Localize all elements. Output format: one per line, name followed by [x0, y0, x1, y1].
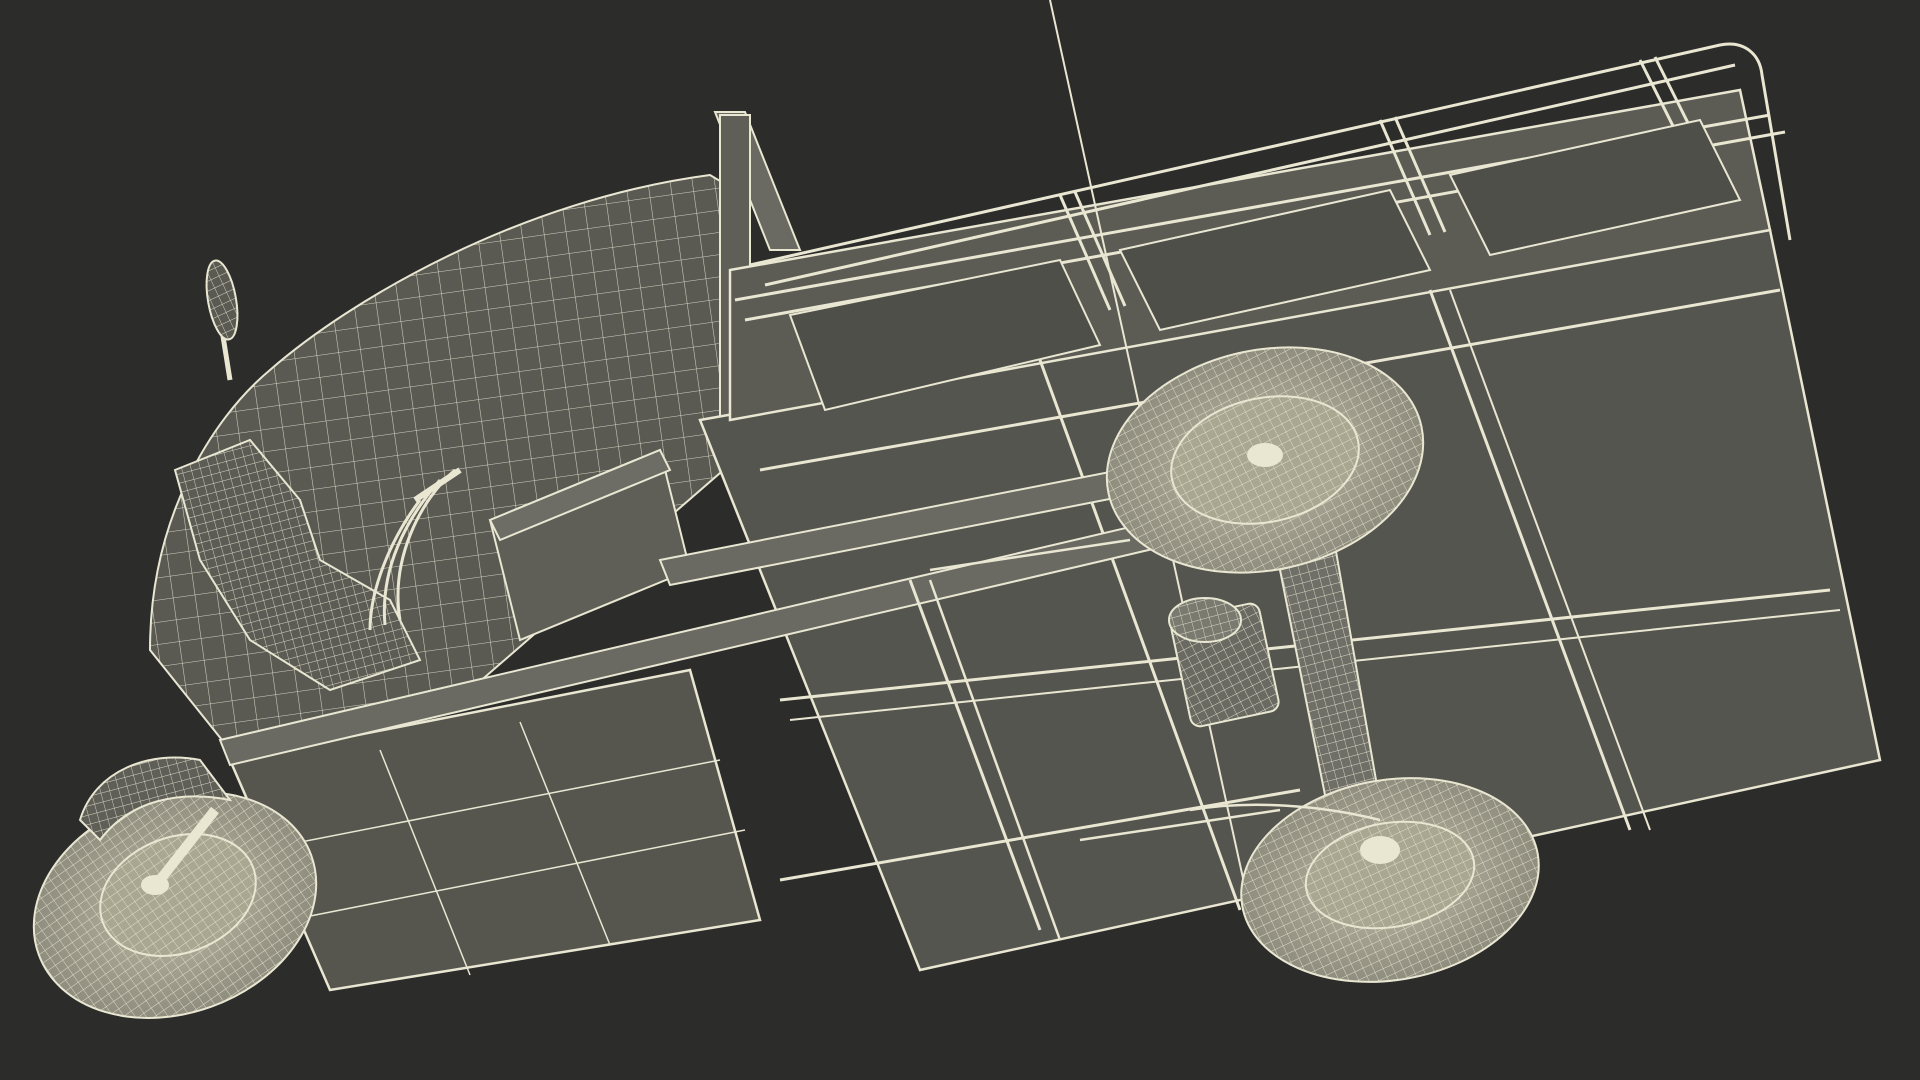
render-viewport: [0, 0, 1920, 1080]
side-mirror: [205, 259, 239, 381]
tricycle-wireframe-render: [32, 0, 1882, 1019]
